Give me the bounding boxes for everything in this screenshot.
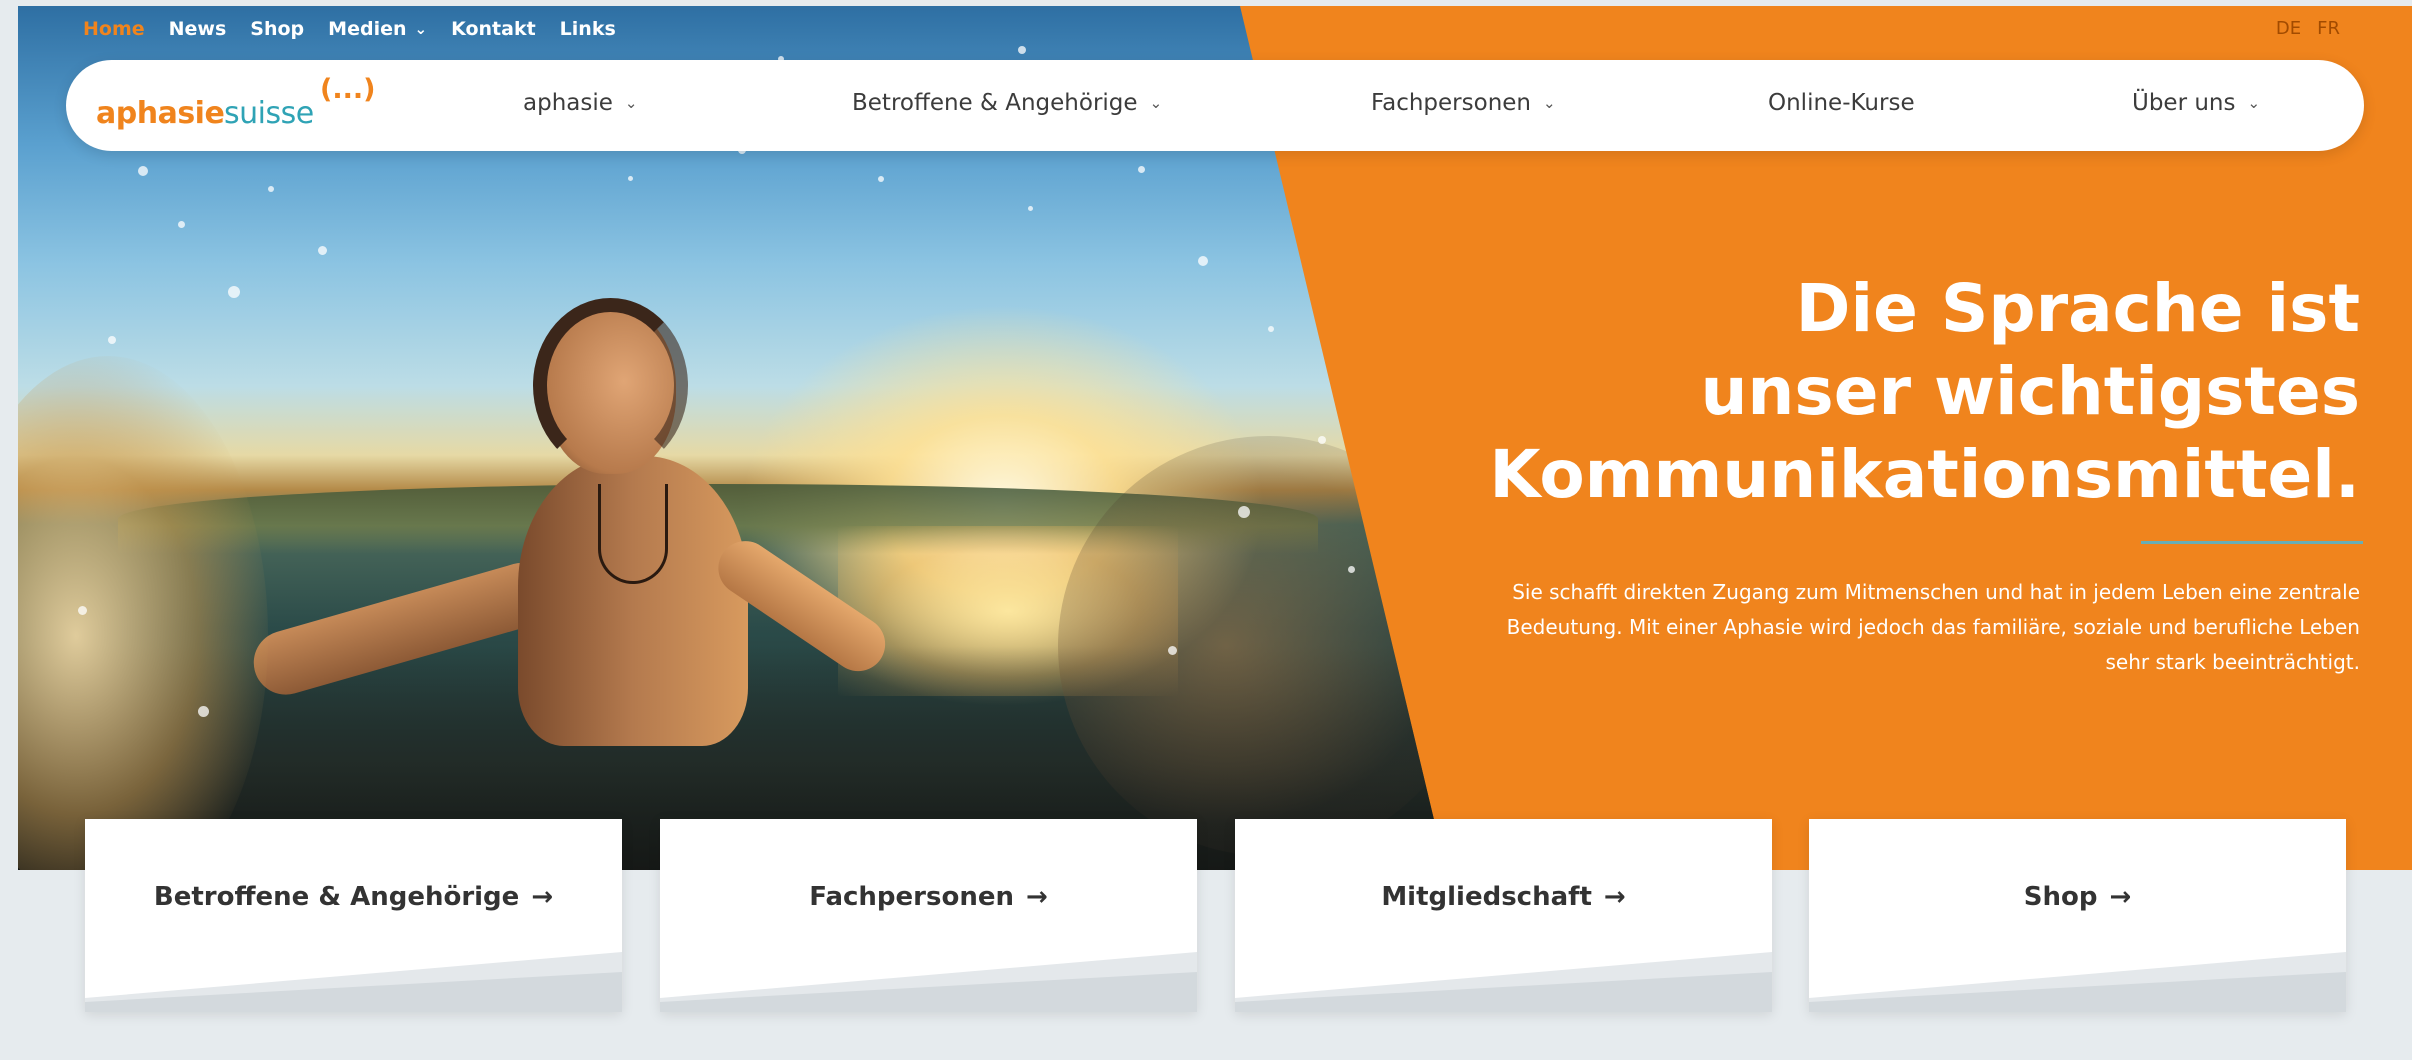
lang-fr[interactable]: FR xyxy=(2317,18,2340,39)
card-mitgliedschaft[interactable]: Mitgliedschaft → xyxy=(1235,819,1772,1012)
language-switcher: DE FR xyxy=(2276,18,2340,39)
lang-de[interactable]: DE xyxy=(2276,18,2301,39)
logo-ellipsis-mark: (...) xyxy=(320,74,376,105)
nav-item-label: aphasie xyxy=(523,90,613,116)
logo-word-suisse: suisse xyxy=(224,96,314,131)
util-link-shop[interactable]: Shop xyxy=(250,18,304,40)
chevron-down-icon: ⌄ xyxy=(624,94,638,112)
hero-headline-line: unser wichtigstes xyxy=(1700,353,2360,430)
arrow-right-icon: → xyxy=(2109,882,2132,912)
card-fachpersonen[interactable]: Fachpersonen → xyxy=(660,819,1197,1012)
util-link-news[interactable]: News xyxy=(169,18,227,40)
nav-item-fachpersonen[interactable]: Fachpersonen ⌄ xyxy=(1371,90,1556,116)
card-shop[interactable]: Shop → xyxy=(1809,819,2346,1012)
chevron-down-icon: ⌄ xyxy=(2247,94,2261,112)
nav-item-aphasie[interactable]: aphasie ⌄ xyxy=(523,90,637,116)
card-label: Mitgliedschaft xyxy=(1381,882,1592,912)
nav-item-ueber-uns[interactable]: Über uns ⌄ xyxy=(2132,90,2260,116)
util-link-kontakt[interactable]: Kontakt xyxy=(451,18,536,40)
util-link-links[interactable]: Links xyxy=(560,18,616,40)
arrow-right-icon: → xyxy=(1603,882,1626,912)
card-label: Betroffene & Angehörige xyxy=(153,882,520,912)
chevron-down-icon: ⌄ xyxy=(1149,94,1163,112)
arrow-right-icon: → xyxy=(531,882,554,912)
hero-headline-line: Kommunikationsmittel. xyxy=(1489,436,2360,513)
card-label: Fachpersonen xyxy=(809,882,1014,912)
nav-item-betroffene[interactable]: Betroffene & Angehörige ⌄ xyxy=(852,90,1162,116)
arrow-right-icon: → xyxy=(1025,882,1048,912)
card-betroffene[interactable]: Betroffene & Angehörige → xyxy=(85,819,622,1012)
nav-item-label: Über uns xyxy=(2132,90,2236,116)
chevron-down-icon: ⌄ xyxy=(414,20,428,38)
chevron-down-icon: ⌄ xyxy=(1543,94,1556,112)
logo-word-aphasie: aphasie xyxy=(96,96,225,131)
nav-item-label: Fachpersonen xyxy=(1371,90,1532,116)
util-link-home[interactable]: Home xyxy=(83,18,145,40)
card-label: Shop xyxy=(2023,882,2098,912)
nav-item-online-kurse[interactable]: Online-Kurse xyxy=(1768,90,1915,116)
nav-item-label: Betroffene & Angehörige xyxy=(852,90,1138,116)
hero-headline: Die Sprache ist unser wichtigstes Kommun… xyxy=(1489,267,2360,516)
nav-item-label: Online-Kurse xyxy=(1768,90,1915,116)
hero-lead-text: Sie schafft direkten Zugang zum Mitmensc… xyxy=(1506,580,2360,674)
util-link-medien[interactable]: Medien ⌄ xyxy=(328,18,427,40)
main-navbar: aphasie suisse (...) aphasie ⌄ Betroffen… xyxy=(66,60,2364,151)
hero-headline-line: Die Sprache ist xyxy=(1795,270,2360,347)
hero-divider xyxy=(2141,541,2363,544)
utility-nav: Home News Shop Medien ⌄ Kontakt Links xyxy=(83,18,640,40)
